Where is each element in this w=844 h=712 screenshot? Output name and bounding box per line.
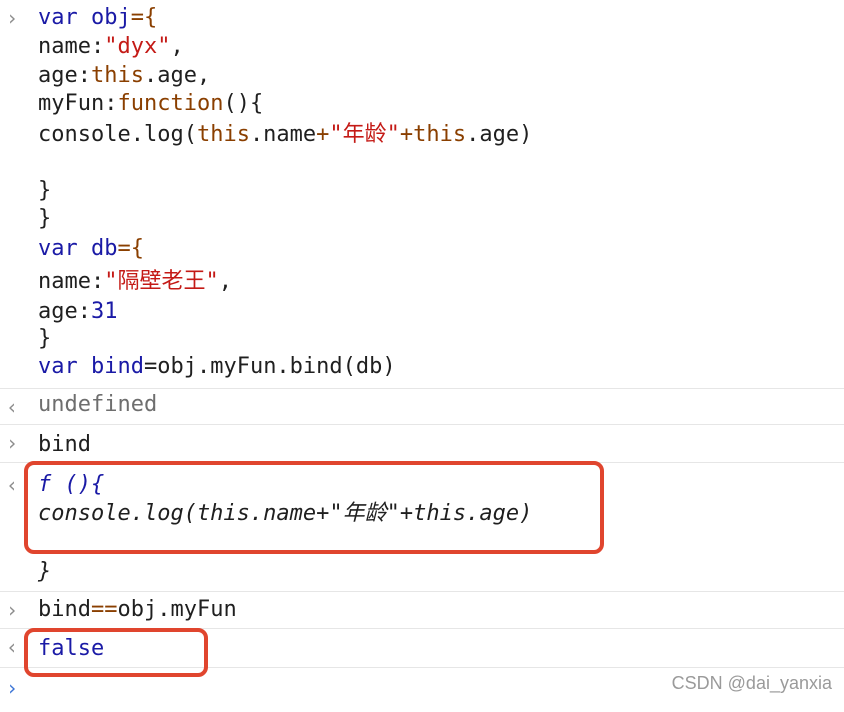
code-line: }: [38, 325, 51, 353]
property: myFun:: [38, 91, 118, 116]
punct: }: [38, 178, 52, 203]
expression: obj.myFun: [117, 597, 237, 622]
output-prompt-chevron-icon: ‹: [6, 635, 19, 659]
active-prompt-chevron-icon: ›: [6, 676, 19, 700]
code-line: name:"dyx",: [38, 33, 184, 61]
keyword: this: [90, 63, 144, 88]
code-line: name:"隔壁老王",: [38, 268, 232, 296]
punct: ,: [170, 34, 184, 59]
identifier: db: [77, 236, 118, 261]
operator: ={: [130, 5, 158, 30]
code-line: console.log(this.name+"年龄"+this.age): [38, 121, 532, 149]
code-line: myFun:function(){: [38, 90, 263, 118]
input-prompt-chevron-icon: ›: [6, 6, 19, 30]
divider: [0, 591, 844, 592]
divider: [0, 388, 844, 389]
function-close: }: [38, 559, 52, 584]
input-prompt-chevron-icon: ›: [6, 431, 19, 455]
code-line: var bind=obj.myFun.bind(db): [38, 353, 396, 381]
highlight-box-false-output: [24, 628, 208, 677]
identifier: bind: [38, 597, 91, 622]
devtools-console: › var obj={ name:"dyx", age:this.age, my…: [0, 0, 844, 712]
property-access: .age,: [143, 63, 211, 88]
operator: ==: [90, 597, 118, 622]
code-line: var obj={: [38, 4, 157, 32]
output-text: undefined: [38, 392, 158, 417]
expression: =obj.myFun.bind(db): [143, 354, 396, 379]
punct: ,: [218, 269, 232, 294]
property: name:: [38, 34, 105, 59]
identifier: obj: [77, 5, 131, 30]
number: 31: [90, 299, 118, 324]
keyword: var: [38, 5, 78, 30]
highlight-box-function-output: [24, 461, 604, 554]
output-prompt-chevron-icon: ‹: [6, 395, 19, 419]
divider: [0, 424, 844, 425]
input-text: bind: [38, 432, 91, 457]
property: name:: [38, 269, 105, 294]
operator: +: [399, 122, 414, 147]
code-line: var db={: [38, 235, 144, 263]
code-line: }: [38, 177, 51, 205]
identifier: bind: [77, 354, 144, 379]
property: age:: [38, 63, 91, 88]
code-line: age:31: [38, 298, 117, 326]
code-line: }: [38, 205, 51, 233]
keyword: this: [196, 122, 250, 147]
property-access: .age): [466, 122, 533, 147]
string: "年龄": [329, 122, 400, 147]
input-text: bind==obj.myFun: [38, 596, 237, 624]
property: age:: [38, 299, 91, 324]
output-prompt-chevron-icon: ‹: [6, 473, 19, 497]
call: console.log(: [38, 122, 197, 147]
punct: (){: [223, 91, 264, 116]
watermark: CSDN @dai_yanxia: [671, 673, 832, 693]
string: "隔壁老王": [104, 269, 219, 294]
string: "dyx": [104, 34, 171, 59]
punct: }: [38, 326, 52, 351]
operator: ={: [117, 236, 145, 261]
property-access: .name: [249, 122, 317, 147]
keyword: var: [38, 354, 78, 379]
punct: }: [38, 206, 52, 231]
keyword: this: [413, 122, 467, 147]
code-line: age:this.age,: [38, 62, 210, 90]
input-prompt-chevron-icon: ›: [6, 598, 19, 622]
keyword: var: [38, 236, 78, 261]
operator: +: [316, 122, 330, 147]
keyword: function: [117, 91, 224, 116]
